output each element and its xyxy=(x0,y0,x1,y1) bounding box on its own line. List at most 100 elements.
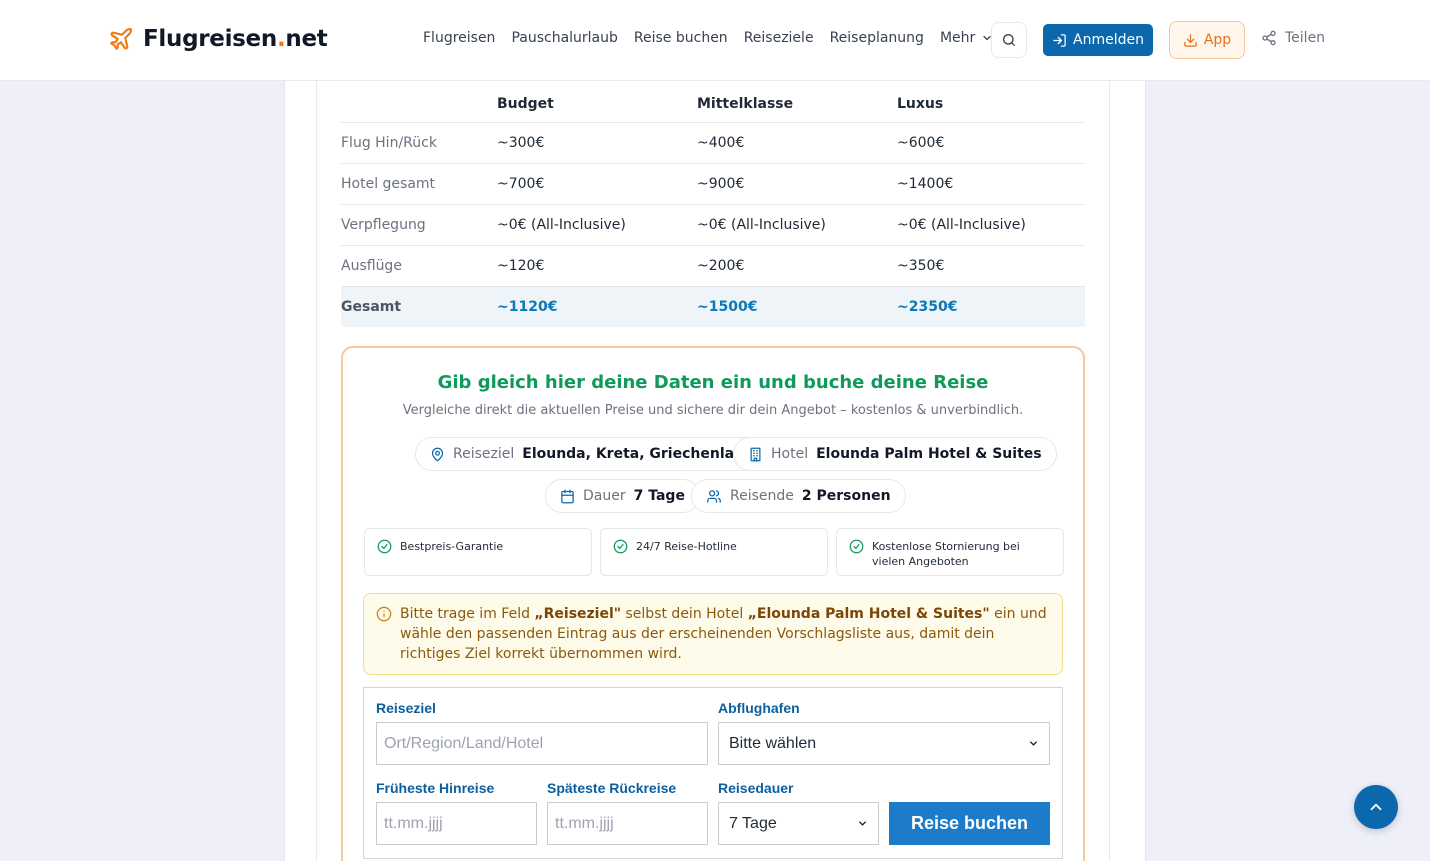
duration-pill-label: Dauer xyxy=(583,488,626,504)
scroll-to-top-button[interactable] xyxy=(1354,785,1398,829)
total-budget: ~1120€ xyxy=(497,286,697,327)
feature-label: Bestpreis-Garantie xyxy=(400,540,504,553)
cell-budget: ~0€ (All-Inclusive) xyxy=(497,204,697,246)
earliest-date-input[interactable]: tt.mm.jjjj xyxy=(376,802,537,845)
search-icon xyxy=(1003,34,1015,46)
logo[interactable]: Flugreisen.net xyxy=(108,26,328,52)
booking-card: Gib gleich hier deine Daten ein und buch… xyxy=(341,346,1085,861)
feature-label: 24/7 Reise-Hotline xyxy=(636,540,737,553)
destination-field-label: Reiseziel xyxy=(376,700,436,716)
book-trip-button[interactable]: Reise buchen xyxy=(889,802,1050,845)
table-header-mid: Mittelklasse xyxy=(697,86,897,123)
cell-luxury: ~600€ xyxy=(897,122,1085,164)
cell-luxury: ~1400€ xyxy=(897,163,1085,205)
cell-mid: ~400€ xyxy=(697,122,897,164)
duration-select-value: 7 Tage xyxy=(729,814,777,832)
login-icon xyxy=(1053,33,1066,47)
cell-mid: ~200€ xyxy=(697,245,897,287)
hotel-pill-value: Elounda Palm Hotel & Suites xyxy=(816,446,1042,462)
airport-select[interactable]: Bitte wählen xyxy=(718,722,1050,765)
nav-more-label: Mehr xyxy=(939,30,976,46)
nav-reise-buchen[interactable]: Reise buchen xyxy=(634,30,728,46)
table-total-row: Gesamt ~1120€ ~1500€ ~2350€ xyxy=(341,286,1085,327)
cost-comparison-table: Budget Mittelklasse Luxus Flug Hin/Rück … xyxy=(341,86,1085,327)
chevron-up-icon xyxy=(1370,803,1382,811)
table-row: Hotel gesamt ~700€ ~900€ ~1400€ xyxy=(341,163,1085,205)
feature-best-price: Bestpreis-Garantie xyxy=(364,528,592,576)
duration-pill: Dauer 7 Tage xyxy=(545,479,700,513)
booking-subtitle: Vergleiche direkt die aktuellen Preise u… xyxy=(402,403,1024,418)
map-pin-icon xyxy=(431,447,444,461)
nav-reiseziele[interactable]: Reiseziele xyxy=(744,30,814,46)
check-circle-icon xyxy=(613,539,628,554)
share-label: Teilen xyxy=(1285,30,1326,46)
table-row: Verpflegung ~0€ (All-Inclusive) ~0€ (All… xyxy=(341,204,1085,246)
latest-date-input[interactable]: tt.mm.jjjj xyxy=(547,802,708,845)
cell-luxury: ~0€ (All-Inclusive) xyxy=(897,204,1085,246)
nav-pauschalurlaub[interactable]: Pauschalurlaub xyxy=(511,30,617,46)
table-header-row: Budget Mittelklasse Luxus xyxy=(341,86,1085,123)
cell-budget: ~300€ xyxy=(497,122,697,164)
table-header-budget: Budget xyxy=(497,86,697,123)
site-header: Flugreisen.net Flugreisen Pauschalurlaub… xyxy=(0,0,1430,81)
total-mid: ~1500€ xyxy=(697,286,897,327)
main-nav: Flugreisen Pauschalurlaub Reise buchen R… xyxy=(423,30,1009,46)
destination-input[interactable]: Ort/Region/Land/Hotel xyxy=(376,722,708,765)
earliest-field-label: Früheste Hinreise xyxy=(376,780,495,796)
nav-reiseplanung[interactable]: Reiseplanung xyxy=(830,30,924,46)
latest-field-label: Späteste Rückreise xyxy=(547,780,677,796)
row-label: Flug Hin/Rück xyxy=(341,122,497,164)
chevron-down-icon xyxy=(859,821,866,826)
login-label: Anmelden xyxy=(1073,32,1144,48)
table-row: Ausflüge ~120€ ~200€ ~350€ xyxy=(341,245,1085,287)
cell-budget: ~120€ xyxy=(497,245,697,287)
row-label: Verpflegung xyxy=(341,204,497,246)
travelers-pill: Reisende 2 Personen xyxy=(691,479,906,513)
destination-pill-label: Reiseziel xyxy=(453,446,515,462)
booking-form: Reiseziel Ort/Region/Land/Hotel Abflugha… xyxy=(363,687,1063,859)
plane-icon xyxy=(110,27,133,50)
check-circle-icon xyxy=(849,539,864,554)
booking-title: Gib gleich hier deine Daten ein und buch… xyxy=(437,372,989,393)
cell-mid: ~900€ xyxy=(697,163,897,205)
airport-field-label: Abflughafen xyxy=(718,700,800,716)
duration-select[interactable]: 7 Tage xyxy=(718,802,879,845)
calendar-icon xyxy=(561,489,574,503)
travelers-pill-value: 2 Personen xyxy=(801,488,891,504)
feature-free-cancellation: Kostenlose Stornierung bei vielen Angebo… xyxy=(836,528,1064,576)
total-label: Gesamt xyxy=(341,286,497,327)
hotel-pill: Hotel Elounda Palm Hotel & Suites xyxy=(733,437,1057,471)
total-luxury: ~2350€ xyxy=(897,286,1085,327)
login-button[interactable]: Anmelden xyxy=(1043,24,1153,56)
destination-pill: Reiseziel Elounda, Kreta, Griechenland xyxy=(415,437,770,471)
download-icon xyxy=(1184,33,1197,47)
table-header-empty xyxy=(341,86,497,123)
destination-notice: Bitte trage im Feld „Reiseziel" selbst d… xyxy=(363,593,1063,675)
nav-more-dropdown[interactable]: Mehr xyxy=(940,30,993,46)
duration-pill-value: 7 Tage xyxy=(633,488,685,504)
building-icon xyxy=(750,447,761,461)
row-label: Ausflüge xyxy=(341,245,497,287)
search-button[interactable] xyxy=(991,22,1027,58)
airport-select-value: Bitte wählen xyxy=(729,734,817,752)
check-circle-icon xyxy=(377,539,392,554)
share-button[interactable]: Teilen xyxy=(1261,30,1325,46)
feature-hotline: 24/7 Reise-Hotline xyxy=(600,528,828,576)
chevron-down-icon xyxy=(1030,741,1037,746)
info-icon xyxy=(376,606,392,622)
table-header-luxury: Luxus xyxy=(897,86,1085,123)
logo-text: Flugreisen.net xyxy=(143,26,328,52)
table-row: Flug Hin/Rück ~300€ ~400€ ~600€ xyxy=(341,122,1085,164)
duration-field-label: Reisedauer xyxy=(718,780,794,796)
row-label: Hotel gesamt xyxy=(341,163,497,205)
app-label: App xyxy=(1203,32,1232,48)
cell-budget: ~700€ xyxy=(497,163,697,205)
cell-luxury: ~350€ xyxy=(897,245,1085,287)
app-download-button[interactable]: App xyxy=(1169,21,1245,59)
cell-mid: ~0€ (All-Inclusive) xyxy=(697,204,897,246)
nav-flugreisen[interactable]: Flugreisen xyxy=(423,30,495,46)
travelers-pill-label: Reisende xyxy=(730,488,794,504)
hotel-pill-label: Hotel xyxy=(771,446,809,462)
share-icon xyxy=(1262,30,1276,46)
users-icon xyxy=(707,489,721,503)
